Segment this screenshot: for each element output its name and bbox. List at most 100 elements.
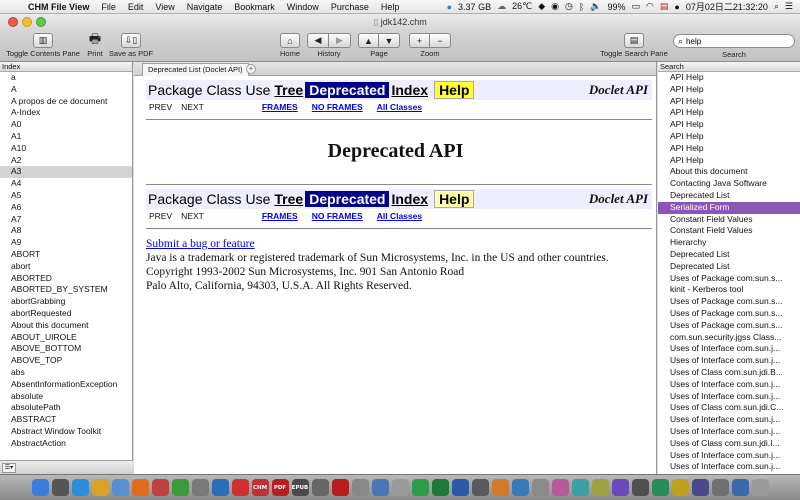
search-field[interactable]: ⌕	[673, 34, 795, 48]
nav-index-link[interactable]: Index	[389, 82, 430, 98]
app-icon[interactable]	[571, 479, 589, 496]
finder-icon[interactable]	[31, 479, 49, 496]
index-item[interactable]: A0	[0, 119, 132, 131]
no-frames-link[interactable]: NO FRAMES	[312, 211, 363, 221]
search-result-item[interactable]: Uses of Interface com.sun.j...	[658, 461, 800, 473]
app-icon[interactable]	[511, 479, 529, 496]
epub-icon[interactable]: EPUB	[291, 479, 309, 496]
excel-icon[interactable]	[431, 479, 449, 496]
index-item[interactable]: A-Index	[0, 107, 132, 119]
search-result-item[interactable]: Uses of Package com.sun.s...	[658, 273, 800, 285]
search-result-item[interactable]: Uses of Interface com.sun.j...	[658, 379, 800, 391]
app-icon[interactable]	[151, 479, 169, 496]
index-item[interactable]: A10	[0, 143, 132, 155]
close-window-button[interactable]	[8, 17, 18, 27]
firefox-icon[interactable]	[131, 479, 149, 496]
search-result-item[interactable]: Uses of Package com.sun.s...	[658, 320, 800, 332]
search-result-item[interactable]: Hierarchy	[658, 237, 800, 249]
search-result-item[interactable]: API Help	[658, 143, 800, 155]
menu-purchase[interactable]: Purchase	[325, 2, 375, 12]
app-icon[interactable]	[231, 479, 249, 496]
search-result-item[interactable]: API Help	[658, 96, 800, 108]
nav-help-link[interactable]: Help	[434, 190, 475, 208]
menu-app-name[interactable]: CHM File View	[22, 2, 95, 12]
search-result-item[interactable]: Uses of Interface com.sun.j...	[658, 426, 800, 438]
search-result-item[interactable]: Uses of Class com.sun.jdi.C...	[658, 402, 800, 414]
disk-icon[interactable]: ●	[444, 2, 455, 12]
index-item[interactable]: a	[0, 72, 132, 84]
launchpad-icon[interactable]	[51, 479, 69, 496]
index-item[interactable]: AbstractAction	[0, 438, 132, 450]
pdf-icon[interactable]: PDF	[271, 479, 289, 496]
search-result-item[interactable]: Uses of Package com.sun.s...	[658, 296, 800, 308]
app-icon[interactable]	[731, 479, 749, 496]
app-icon[interactable]	[531, 479, 549, 496]
frames-link[interactable]: FRAMES	[262, 102, 298, 112]
search-result-item[interactable]: Uses of Interface com.sun.j...	[658, 391, 800, 403]
index-item[interactable]: ABORTED_BY_SYSTEM	[0, 284, 132, 296]
mail-icon[interactable]	[111, 479, 129, 496]
search-result-item[interactable]: API Help	[658, 119, 800, 131]
menu-bookmark[interactable]: Bookmark	[228, 2, 281, 12]
search-result-item[interactable]: API Help	[658, 72, 800, 84]
index-item[interactable]: ABOVE_BOTTOM	[0, 343, 132, 355]
index-item[interactable]: AbsentInformationException	[0, 379, 132, 391]
index-item[interactable]: ABOVE_TOP	[0, 355, 132, 367]
search-result-item[interactable]: Uses of Interface com.sun.j...	[658, 343, 800, 355]
index-item[interactable]: absolutePath	[0, 402, 132, 414]
datetime-text[interactable]: 07月02日二21:32:20	[683, 0, 771, 13]
app-icon[interactable]	[691, 479, 709, 496]
page-up-button[interactable]: ▲	[358, 33, 379, 48]
menu-file[interactable]: File	[95, 2, 122, 12]
index-options-button[interactable]: ☰▾	[2, 463, 16, 473]
index-item[interactable]: abort	[0, 261, 132, 273]
save-as-pdf-button[interactable]: ⇩▯	[121, 33, 141, 48]
search-input[interactable]	[686, 36, 787, 46]
search-result-item[interactable]: Uses of Interface com.sun.j...	[658, 355, 800, 367]
all-classes-link[interactable]: All Classes	[377, 211, 422, 221]
word-icon[interactable]	[451, 479, 469, 496]
search-result-item[interactable]: Constant Field Values	[658, 214, 800, 226]
menu-edit[interactable]: Edit	[122, 2, 150, 12]
app-icon[interactable]	[191, 479, 209, 496]
app-icon[interactable]	[611, 479, 629, 496]
search-result-item[interactable]: API Help	[658, 107, 800, 119]
search-result-item[interactable]: Uses of Class com.sun.jdi.B...	[658, 367, 800, 379]
app-icon[interactable]	[671, 479, 689, 496]
user-icon[interactable]: ●	[671, 2, 682, 12]
history-back-button[interactable]: ◀	[307, 33, 329, 48]
volume-icon[interactable]: 🔈	[587, 1, 604, 12]
index-item[interactable]: A2	[0, 155, 132, 167]
index-item[interactable]: A3	[0, 166, 132, 179]
app-icon[interactable]	[551, 479, 569, 496]
page-down-button[interactable]: ▼	[379, 33, 400, 48]
search-result-item[interactable]: Deprecated List	[658, 190, 800, 202]
menu-view[interactable]: View	[149, 2, 180, 12]
app-icon[interactable]	[391, 479, 409, 496]
no-frames-link[interactable]: NO FRAMES	[312, 102, 363, 112]
app-icon[interactable]	[651, 479, 669, 496]
search-result-item[interactable]: Uses of Class com.sun.jdi.I...	[658, 438, 800, 450]
menu-help[interactable]: Help	[375, 2, 406, 12]
app-icon[interactable]	[491, 479, 509, 496]
print-button[interactable]: 🖶	[89, 31, 101, 48]
search-result-item[interactable]: Serialized Form	[658, 201, 800, 214]
nav-help-link[interactable]: Help	[434, 81, 475, 99]
battery-icon[interactable]: ▭	[628, 1, 643, 12]
home-button[interactable]: ⌂	[280, 33, 300, 48]
toggle-search-pane-button[interactable]: ▤	[624, 33, 644, 48]
eye-icon[interactable]: ◉	[548, 1, 562, 12]
search-result-item[interactable]: Constant Field Values	[658, 225, 800, 237]
search-result-item[interactable]: Uses of Package com.sun.s...	[658, 308, 800, 320]
minimize-window-button[interactable]	[22, 17, 32, 27]
search-result-item[interactable]: com.sun.security.jgss Class...	[658, 332, 800, 344]
index-item[interactable]: Abstract Window Toolkit	[0, 426, 132, 438]
safari-icon[interactable]	[71, 479, 89, 496]
index-item[interactable]: A4	[0, 178, 132, 190]
tab-deprecated-list[interactable]: Deprecated List (Doclet API)	[142, 63, 249, 76]
notification-icon[interactable]: ☰	[782, 1, 796, 12]
index-item[interactable]: A propos de ce document	[0, 96, 132, 108]
search-result-item[interactable]: Deprecated List	[658, 249, 800, 261]
index-item[interactable]: ABOUT_UIROLE	[0, 332, 132, 344]
history-forward-button[interactable]: ▶	[329, 33, 351, 48]
